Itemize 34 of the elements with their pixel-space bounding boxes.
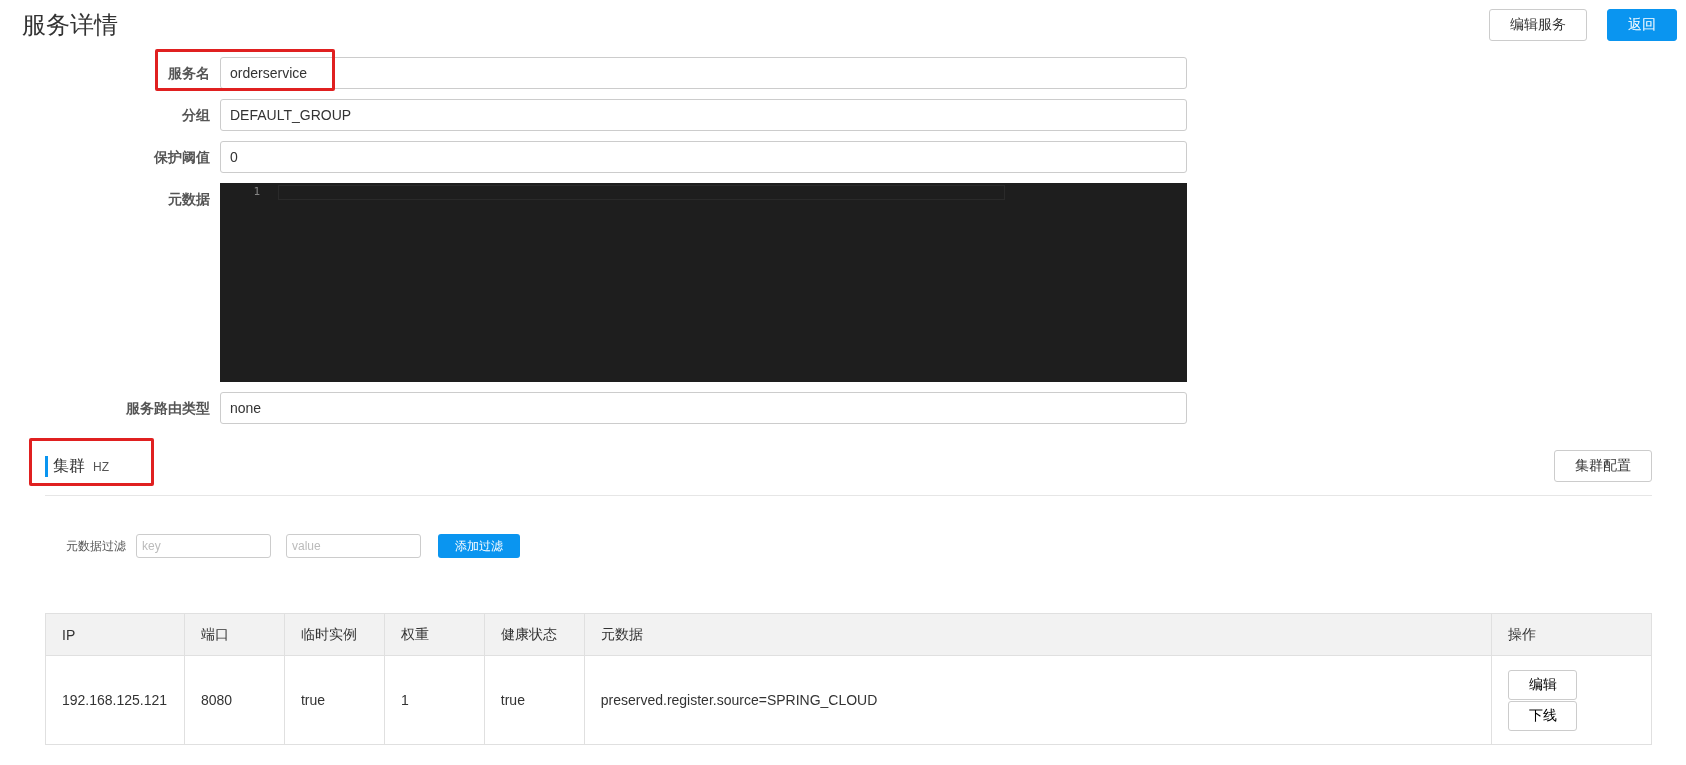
column-header: IP bbox=[45, 613, 185, 656]
column-header: 临时实例 bbox=[284, 613, 385, 656]
field-label: 服务名 bbox=[167, 64, 211, 83]
edit-service-button[interactable]: 编辑服务 bbox=[1489, 9, 1587, 41]
field-label: 保护阈值 bbox=[153, 148, 211, 167]
value-field[interactable]: value bbox=[286, 534, 421, 558]
table-cell: 8080 bbox=[184, 655, 285, 745]
input-field[interactable]: 0 bbox=[220, 141, 1187, 173]
table-cell: true bbox=[484, 655, 585, 745]
offline-button[interactable]: 下线 bbox=[1508, 700, 1577, 731]
column-header: 端口 bbox=[184, 613, 285, 656]
column-header: 权重 bbox=[384, 613, 485, 656]
input-field[interactable]: orderservice bbox=[220, 57, 1187, 89]
page-title: 服务详情 bbox=[22, 10, 118, 40]
table-cell: 192.168.125.121 bbox=[45, 655, 185, 745]
table-cell: 1 bbox=[384, 655, 485, 745]
column-header: 健康状态 bbox=[484, 613, 585, 656]
input-field[interactable]: DEFAULT_GROUP bbox=[220, 99, 1187, 131]
table-cell: true bbox=[284, 655, 385, 745]
column-header: 操作 bbox=[1491, 613, 1652, 656]
line-number: 1 bbox=[253, 185, 260, 199]
code-editor[interactable]: 1 bbox=[220, 183, 1187, 382]
field-label: 分组 bbox=[181, 106, 211, 125]
key-field[interactable]: key bbox=[136, 534, 271, 558]
input-field[interactable]: none bbox=[220, 392, 1187, 424]
field-label: 服务路由类型 bbox=[125, 399, 211, 418]
cluster-name: HZ bbox=[93, 459, 109, 474]
section-title: 集群 bbox=[53, 455, 85, 476]
filter-label: 元数据过滤 bbox=[66, 537, 126, 555]
column-header: 元数据 bbox=[584, 613, 1492, 656]
table-cell: preserved.register.source=SPRING_CLOUD bbox=[584, 655, 1492, 745]
cluster-config-button[interactable]: 集群配置 bbox=[1554, 450, 1652, 482]
edit-button[interactable]: 编辑 bbox=[1508, 669, 1577, 700]
field-label: 元数据 bbox=[167, 190, 211, 209]
